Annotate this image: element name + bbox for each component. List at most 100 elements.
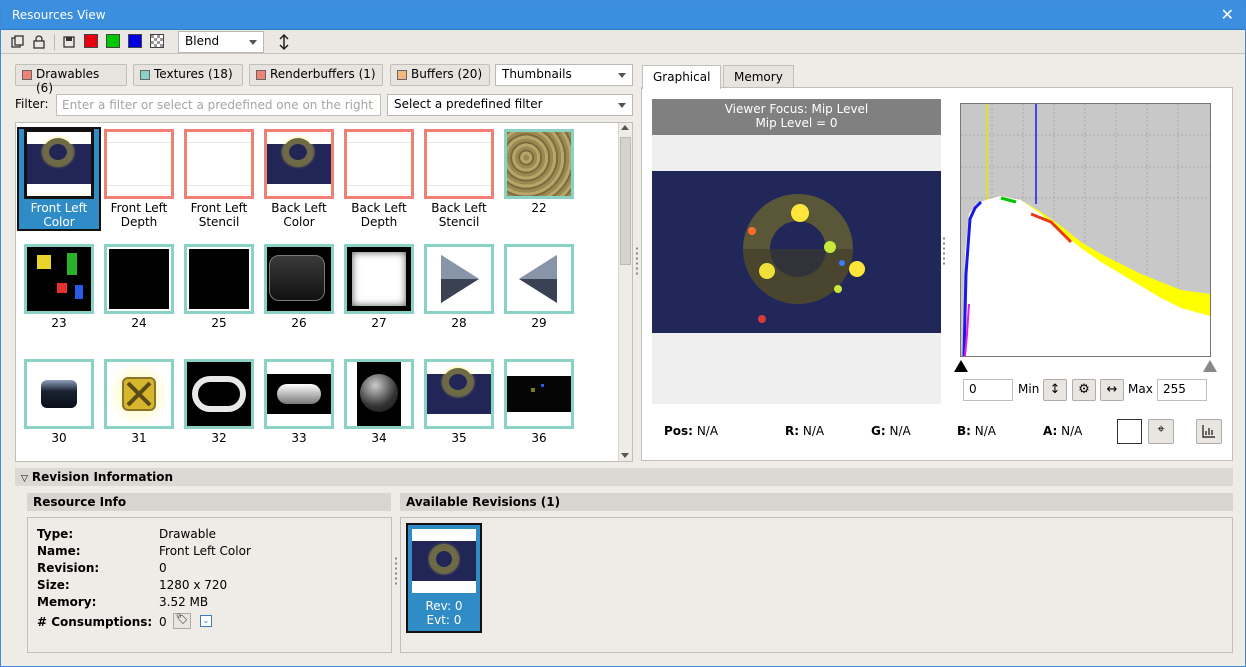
- resource-thumbnail[interactable]: 30: [19, 359, 99, 445]
- resource-thumbnail[interactable]: Front Left Stencil: [179, 129, 259, 229]
- pixel-b: B: N/A: [957, 424, 996, 438]
- drawables-filter-button[interactable]: Drawables (6): [15, 64, 127, 95]
- collapse-icon[interactable]: ▽: [21, 474, 28, 484]
- tag-icon[interactable]: 🏷: [173, 613, 191, 629]
- resource-thumbnail[interactable]: 35: [419, 359, 499, 445]
- close-icon[interactable]: ✕: [1221, 5, 1234, 24]
- filter-input[interactable]: Enter a filter or select a predefined on…: [56, 94, 381, 116]
- vertical-range-button[interactable]: ↕: [1043, 379, 1067, 401]
- grid-scrollbar[interactable]: [618, 123, 632, 461]
- textures-filter-button[interactable]: Textures (18): [133, 64, 243, 86]
- resource-thumbnail[interactable]: 28: [419, 244, 499, 330]
- splitter-handle[interactable]: [635, 246, 639, 276]
- thumbnail-image: [184, 359, 254, 429]
- resource-thumbnail[interactable]: 24: [99, 244, 179, 330]
- resources-view-window: Resources View ✕ Blend Drawables (6) Tex…: [0, 0, 1246, 667]
- horizontal-range-button[interactable]: ↔: [1100, 379, 1124, 401]
- view-mode-value: Thumbnails: [502, 67, 572, 81]
- thumbnail-image: [264, 129, 334, 199]
- resource-thumbnail[interactable]: 31: [99, 359, 179, 445]
- info-value: Front Left Color: [159, 544, 251, 558]
- drawables-label: Drawables (6): [36, 67, 100, 95]
- info-key: Size:: [37, 578, 70, 592]
- info-value: 0: [159, 561, 167, 575]
- scroll-up-icon[interactable]: [621, 125, 629, 130]
- resource-thumbnail[interactable]: 33: [259, 359, 339, 445]
- r-value: N/A: [802, 424, 825, 438]
- viewer-focus-banner: Viewer Focus: Mip Level Mip Level = 0: [652, 99, 941, 135]
- resource-thumbnail[interactable]: 25: [179, 244, 259, 330]
- resource-thumbnail[interactable]: Front Left Depth: [99, 129, 179, 229]
- resource-thumbnail[interactable]: 26: [259, 244, 339, 330]
- scroll-thumb[interactable]: [620, 137, 631, 265]
- resource-thumbnail[interactable]: 32: [179, 359, 259, 445]
- max-marker-icon[interactable]: [1203, 360, 1217, 372]
- revision-thumbnail: [412, 529, 476, 593]
- info-key: Name:: [37, 544, 81, 558]
- blend-mode-select[interactable]: Blend: [178, 31, 264, 53]
- gear-icon[interactable]: ⚙: [1072, 379, 1096, 401]
- resource-info-header: Resource Info: [27, 493, 391, 511]
- histogram-chart[interactable]: [960, 103, 1211, 357]
- min-marker-icon[interactable]: [954, 360, 968, 372]
- renderbuffers-label: Renderbuffers (1): [270, 67, 376, 81]
- revision-item[interactable]: Rev: 0 Evt: 0: [406, 523, 482, 633]
- resource-thumbnail[interactable]: 22: [499, 129, 579, 215]
- rendered-image[interactable]: [652, 171, 941, 333]
- min-label: Min: [1018, 382, 1040, 396]
- resource-thumbnail[interactable]: Front Left Color: [17, 127, 101, 231]
- crosshair-icon[interactable]: ⌖: [1148, 419, 1174, 444]
- thumbnail-label: 26: [291, 316, 307, 330]
- resource-thumbnail[interactable]: 29: [499, 244, 579, 330]
- renderbuffers-filter-button[interactable]: Renderbuffers (1): [249, 64, 383, 86]
- mip-level-label: Mip Level = 0: [755, 116, 838, 130]
- dropdown-icon[interactable]: ⌄: [200, 615, 212, 627]
- flip-vertical-icon[interactable]: [276, 33, 292, 51]
- histogram-toggle-icon[interactable]: [1196, 419, 1222, 444]
- info-key: # Consumptions:: [37, 615, 153, 629]
- thumbnail-image: [184, 244, 254, 314]
- min-value-spinbox[interactable]: 0: [963, 379, 1013, 401]
- thumbnail-label: 29: [531, 316, 547, 330]
- thumbnail-image: [504, 359, 574, 429]
- copy-icon[interactable]: [10, 34, 26, 50]
- tab-graphical[interactable]: Graphical: [642, 65, 722, 89]
- lock-icon[interactable]: [31, 34, 47, 50]
- resource-thumbnail[interactable]: Back Left Stencil: [419, 129, 499, 229]
- thumbnail-image: [344, 359, 414, 429]
- revision-info-header[interactable]: ▽ Revision Information: [15, 468, 1233, 486]
- predefined-filter-value: Select a predefined filter: [394, 97, 543, 111]
- scroll-down-icon[interactable]: [621, 453, 629, 458]
- buffers-filter-button[interactable]: Buffers (20): [390, 64, 490, 86]
- resource-thumbnail[interactable]: Back Left Color: [259, 129, 339, 229]
- tab-memory[interactable]: Memory: [723, 65, 794, 88]
- thumbnail-label: 36: [531, 431, 547, 445]
- alpha-channel-toggle[interactable]: [150, 34, 164, 48]
- thumbnail-image: [424, 359, 494, 429]
- resource-thumbnail[interactable]: 23: [19, 244, 99, 330]
- resource-thumbnail[interactable]: 36: [499, 359, 579, 445]
- viewer-splitter-handle[interactable]: [942, 236, 946, 266]
- resource-thumbnail[interactable]: 27: [339, 244, 419, 330]
- thumbnail-label: 27: [371, 316, 387, 330]
- thumbnail-label: 24: [131, 316, 147, 330]
- revision-splitter-handle[interactable]: [394, 556, 398, 586]
- thumbnail-label: 34: [371, 431, 387, 445]
- r-label: R:: [785, 424, 800, 438]
- green-channel-toggle[interactable]: [106, 34, 120, 48]
- view-mode-select[interactable]: Thumbnails: [495, 64, 633, 86]
- blue-channel-toggle[interactable]: [128, 34, 142, 48]
- resource-thumbnail-grid[interactable]: Front Left Color Front Left Depth Front Le…: [15, 122, 633, 462]
- resource-thumbnail[interactable]: Back Left Depth: [339, 129, 419, 229]
- resource-thumbnail[interactable]: 34: [339, 359, 419, 445]
- drawables-color-icon: [22, 70, 32, 80]
- g-label: G:: [871, 424, 886, 438]
- textures-label: Textures (18): [154, 67, 233, 81]
- max-value-spinbox[interactable]: 255: [1157, 379, 1207, 401]
- save-icon[interactable]: [61, 34, 77, 50]
- title-bar[interactable]: Resources View ✕: [1, 1, 1245, 30]
- predefined-filter-select[interactable]: Select a predefined filter: [387, 94, 633, 116]
- pos-value: N/A: [696, 424, 719, 438]
- red-channel-toggle[interactable]: [84, 34, 98, 48]
- thumbnail-image: [24, 129, 94, 199]
